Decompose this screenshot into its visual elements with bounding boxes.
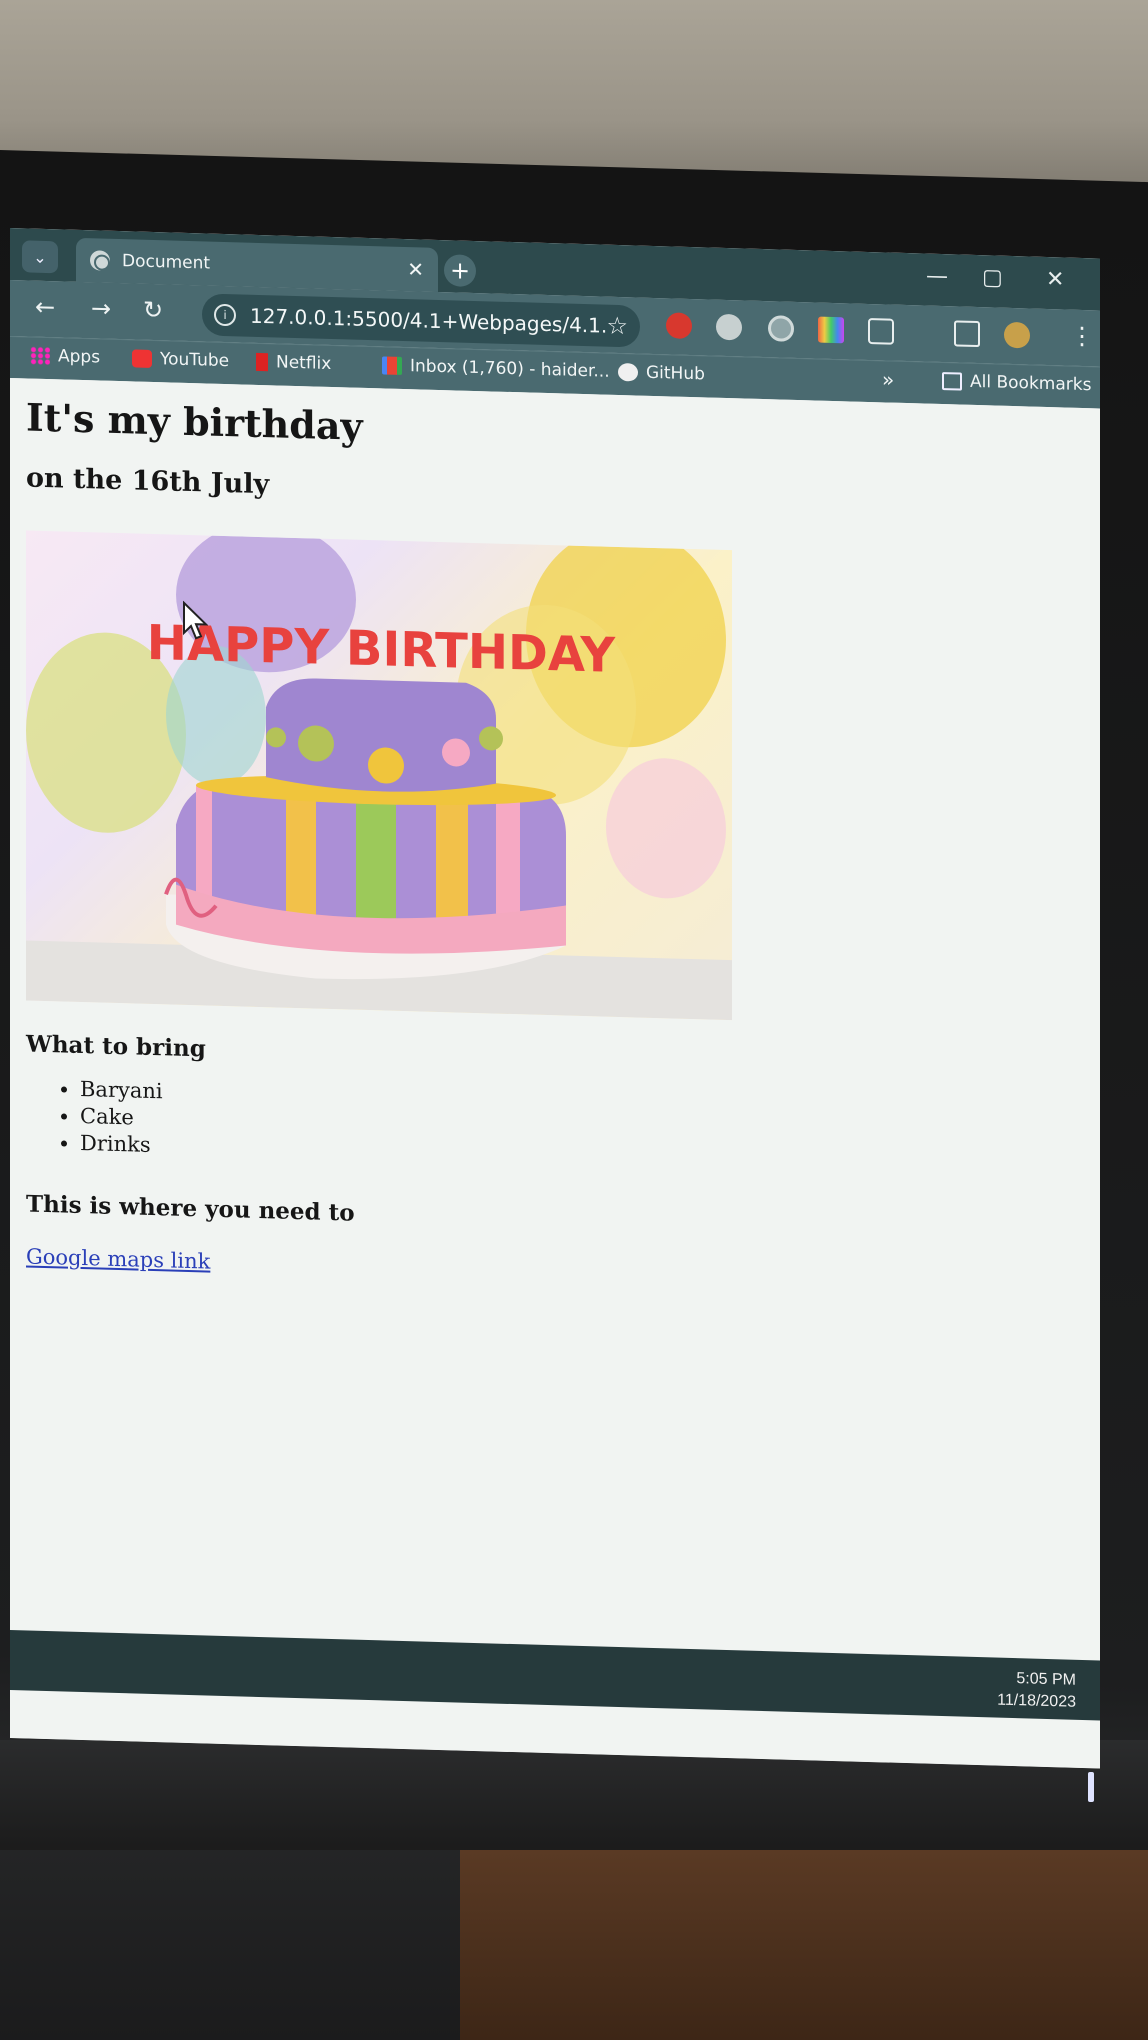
google-maps-link[interactable]: Google maps link	[26, 1244, 210, 1273]
mouse-cursor-icon	[183, 600, 208, 640]
bookmark-label: Apps	[58, 346, 101, 368]
globe-icon	[90, 250, 110, 271]
list-item: Cake	[80, 1103, 163, 1132]
bookmark-github[interactable]: GitHub	[618, 362, 705, 384]
extension-icon[interactable]	[716, 313, 742, 341]
extensions-puzzle-icon[interactable]	[868, 317, 894, 345]
extension-color-icon[interactable]	[818, 316, 844, 344]
site-info-icon[interactable]: i	[214, 303, 236, 327]
bring-list: Baryani Cake Drinks	[80, 1076, 163, 1159]
cake-illustration: HAPPY BIRTHDAY	[26, 530, 732, 1021]
gmail-icon	[382, 356, 402, 375]
address-bar[interactable]: i 127.0.0.1:5500/4.1+Webpages/4.1... ☆	[202, 293, 640, 348]
bookmark-label: GitHub	[646, 362, 705, 385]
folder-icon	[942, 372, 962, 391]
bookmark-label: Inbox (1,760) - haider...	[410, 356, 610, 382]
back-arrow-icon[interactable]: ←	[28, 293, 62, 322]
profile-avatar[interactable]	[1004, 321, 1030, 349]
bring-heading: What to bring	[26, 1030, 206, 1063]
bookmark-gmail[interactable]: Inbox (1,760) - haider...	[382, 355, 610, 382]
reload-icon[interactable]: ↻	[136, 296, 170, 325]
new-tab-button[interactable]: +	[444, 254, 476, 288]
web-page: It's my birthday on the 16th July HAPPY …	[10, 378, 1100, 1769]
netflix-icon	[256, 352, 268, 372]
monitor-stand	[0, 1850, 460, 2040]
power-led	[1088, 1772, 1094, 1802]
list-item: Drinks	[80, 1130, 163, 1159]
clock-date: 11/18/2023	[997, 1691, 1076, 1711]
extension-grammarly-icon[interactable]	[768, 315, 794, 342]
minimize-icon[interactable]: —	[926, 264, 948, 290]
tab-search-button[interactable]: ⌄	[22, 240, 58, 274]
forward-arrow-icon[interactable]: →	[84, 294, 118, 323]
system-clock[interactable]: 5:05 PM 11/18/2023	[997, 1668, 1076, 1714]
bookmark-label: YouTube	[160, 349, 230, 372]
page-heading: It's my birthday	[26, 394, 363, 449]
bookmark-label: All Bookmarks	[970, 371, 1092, 396]
youtube-icon	[132, 349, 152, 368]
clock-time: 5:05 PM	[1016, 1670, 1076, 1689]
screen: ⌄ Document ✕ + — ▢ ✕ ← → ↻ i 127.0.0.1:5…	[10, 228, 1100, 1769]
page-subheading: on the 16th July	[26, 462, 270, 501]
bookmark-youtube[interactable]: YouTube	[132, 348, 229, 371]
close-tab-icon[interactable]: ✕	[407, 257, 424, 281]
bookmark-star-icon[interactable]: ☆	[606, 312, 628, 341]
tab-title: Document	[122, 251, 211, 274]
menu-kebab-icon[interactable]: ⋮	[1070, 322, 1094, 351]
list-item: Baryani	[80, 1076, 163, 1105]
bookmark-apps[interactable]: Apps	[30, 346, 100, 368]
apps-grid-icon	[30, 346, 50, 366]
bookmark-netflix[interactable]: Netflix	[256, 352, 331, 374]
url-text: 127.0.0.1:5500/4.1+Webpages/4.1...	[250, 303, 607, 338]
birthday-cake-image: HAPPY BIRTHDAY	[26, 530, 732, 1021]
window-close-icon[interactable]: ✕	[1046, 267, 1064, 293]
maximize-icon[interactable]: ▢	[982, 265, 1003, 291]
all-bookmarks-button[interactable]: All Bookmarks	[942, 371, 1091, 395]
bookmarks-overflow-button[interactable]: »	[882, 367, 894, 391]
github-icon	[618, 362, 638, 382]
chevron-down-icon: ⌄	[33, 247, 47, 267]
extension-adblock-icon[interactable]	[666, 312, 692, 340]
bookmark-label: Netflix	[276, 352, 332, 374]
location-heading: This is where you need to	[26, 1190, 355, 1227]
sidepanel-icon[interactable]	[954, 320, 980, 348]
